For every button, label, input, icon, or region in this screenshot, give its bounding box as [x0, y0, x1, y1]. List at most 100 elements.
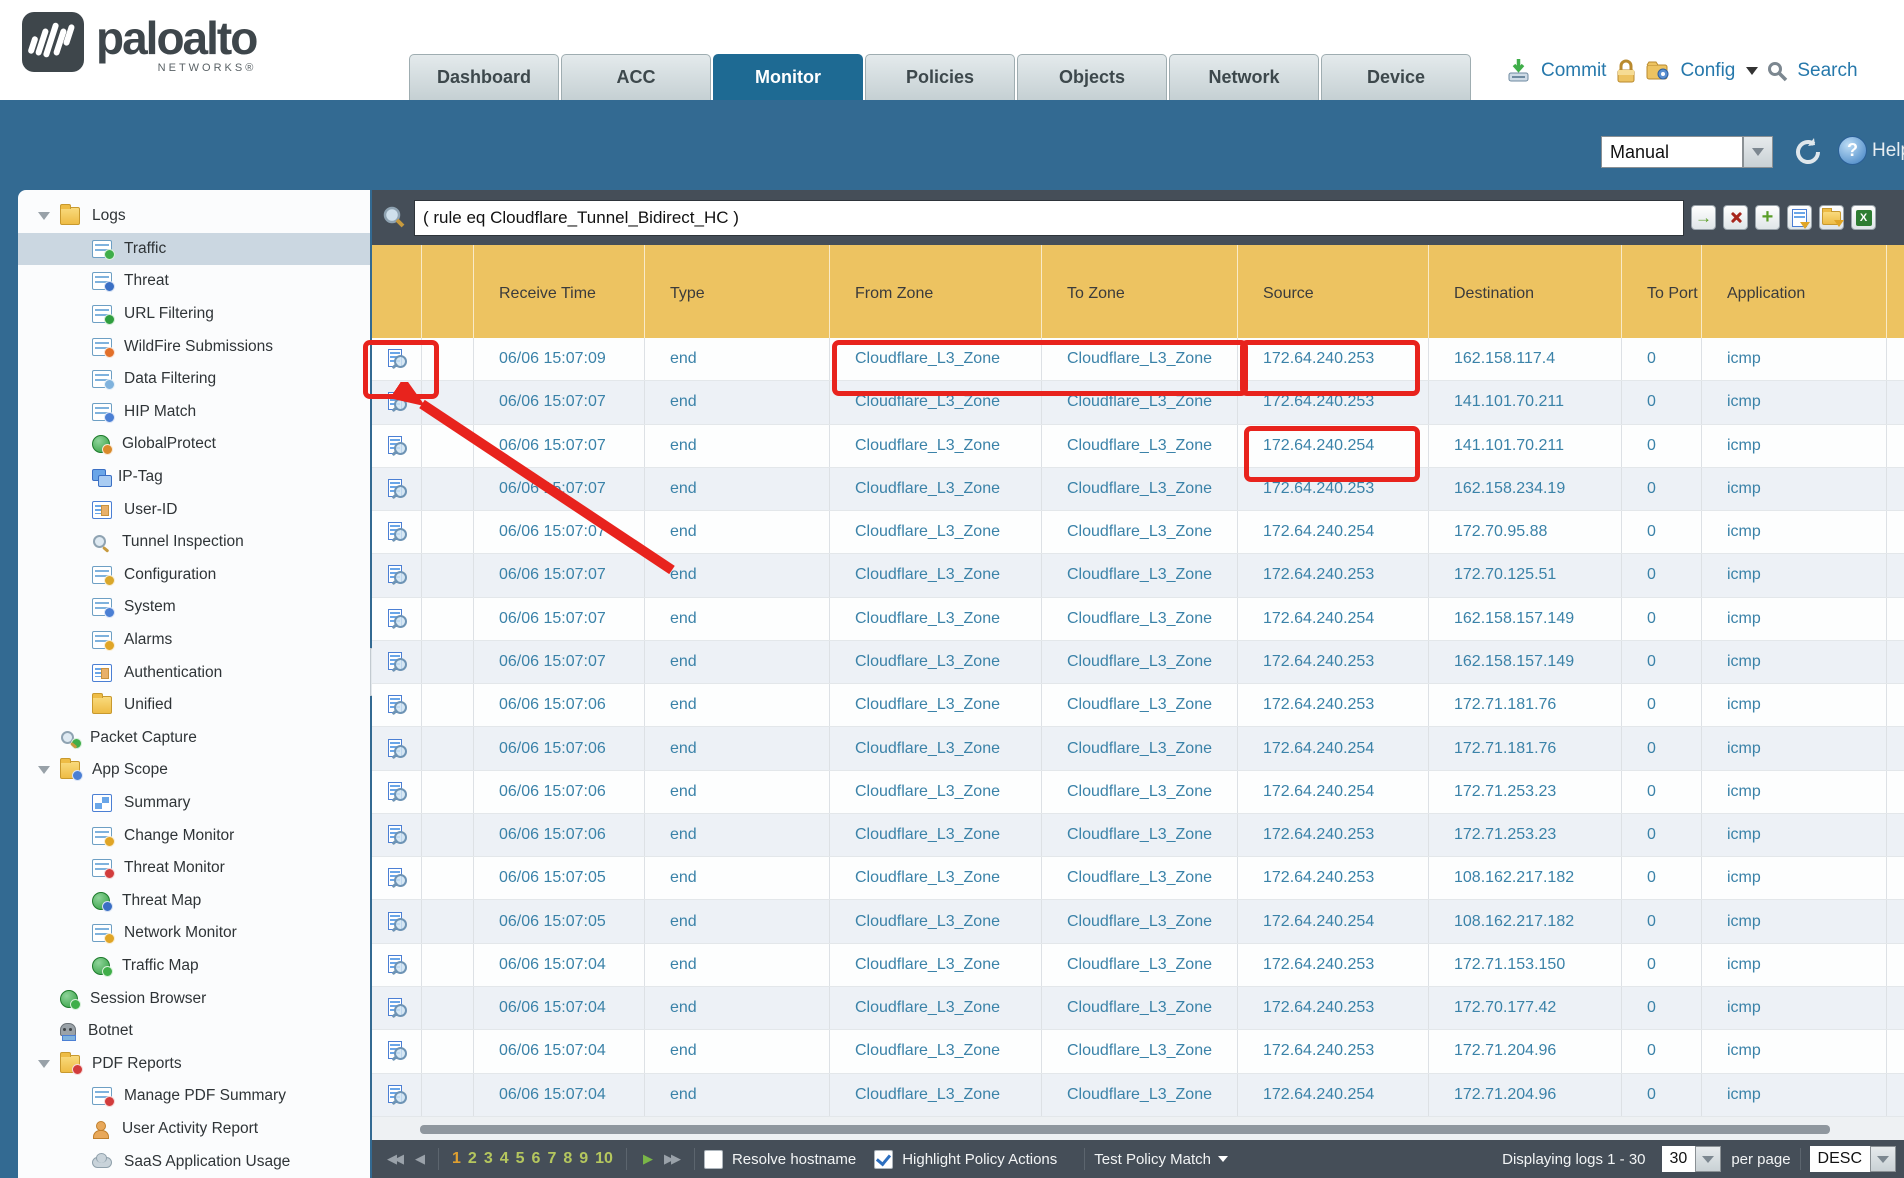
cell-source[interactable]: 172.64.240.253 [1238, 1030, 1429, 1072]
sidebar-item-packet-capture[interactable]: Packet Capture [18, 722, 370, 755]
log-detail-icon[interactable] [388, 739, 405, 759]
cell-application[interactable]: icmp [1702, 381, 1887, 423]
test-policy-match-button[interactable]: Test Policy Match [1094, 1151, 1211, 1168]
column-header-application[interactable]: Application [1702, 245, 1887, 338]
tab-objects[interactable]: Objects [1017, 54, 1167, 100]
cell-application[interactable]: icmp [1702, 1030, 1887, 1072]
cell-application[interactable]: icmp [1702, 1074, 1887, 1116]
cell-to-zone[interactable]: Cloudflare_L3_Zone [1042, 814, 1238, 856]
add-filter-button[interactable]: + [1755, 205, 1780, 230]
column-header-destination[interactable]: Destination [1429, 245, 1622, 338]
cell-to-port[interactable]: 0 [1622, 814, 1702, 856]
sidebar-item-pdf-reports[interactable]: PDF Reports [18, 1047, 370, 1080]
page-number-6[interactable]: 6 [532, 1150, 541, 1168]
log-detail-icon[interactable] [388, 955, 405, 975]
sidebar-item-manage-pdf-summary[interactable]: Manage PDF Summary [18, 1080, 370, 1113]
cell-to-port[interactable]: 0 [1622, 987, 1702, 1029]
cell-to-port[interactable]: 0 [1622, 684, 1702, 726]
sidebar-item-unified[interactable]: Unified [18, 689, 370, 722]
cell-from-zone[interactable]: Cloudflare_L3_Zone [830, 511, 1042, 553]
cell-to-zone[interactable]: Cloudflare_L3_Zone [1042, 684, 1238, 726]
sidebar-item-threat-monitor[interactable]: Threat Monitor [18, 852, 370, 885]
cell-from-zone[interactable]: Cloudflare_L3_Zone [830, 900, 1042, 942]
config-caret-icon[interactable] [1746, 67, 1758, 75]
cell-to-port[interactable]: 0 [1622, 598, 1702, 640]
cell-source[interactable]: 172.64.240.253 [1238, 381, 1429, 423]
tab-device[interactable]: Device [1321, 54, 1471, 100]
cell-destination[interactable]: 172.70.95.88 [1429, 511, 1622, 553]
page-number-9[interactable]: 9 [579, 1150, 588, 1168]
cell-source[interactable]: 172.64.240.254 [1238, 598, 1429, 640]
log-filter-input[interactable] [414, 200, 1684, 236]
tab-network[interactable]: Network [1169, 54, 1319, 100]
log-detail-icon[interactable] [388, 912, 405, 932]
cell-source[interactable]: 172.64.240.253 [1238, 857, 1429, 899]
page-size-caret[interactable] [1695, 1146, 1721, 1172]
cell-from-zone[interactable]: Cloudflare_L3_Zone [830, 727, 1042, 769]
sidebar-item-wildfire-submissions[interactable]: WildFire Submissions [18, 330, 370, 363]
sidebar-item-traffic[interactable]: Traffic [18, 233, 370, 266]
refresh-mode-select[interactable]: Manual [1601, 136, 1743, 168]
tab-policies[interactable]: Policies [865, 54, 1015, 100]
cell-to-port[interactable]: 0 [1622, 468, 1702, 510]
page-number-2[interactable]: 2 [468, 1150, 477, 1168]
resolve-hostname-checkbox[interactable] [704, 1150, 723, 1169]
cell-to-port[interactable]: 0 [1622, 511, 1702, 553]
cell-to-port[interactable]: 0 [1622, 1074, 1702, 1116]
log-detail-icon[interactable] [388, 782, 405, 802]
page-number-8[interactable]: 8 [563, 1150, 572, 1168]
cell-to-zone[interactable]: Cloudflare_L3_Zone [1042, 944, 1238, 986]
cell-source[interactable]: 172.64.240.253 [1238, 554, 1429, 596]
cell-to-zone[interactable]: Cloudflare_L3_Zone [1042, 771, 1238, 813]
cell-to-zone[interactable]: Cloudflare_L3_Zone [1042, 1030, 1238, 1072]
cell-to-zone[interactable]: Cloudflare_L3_Zone [1042, 468, 1238, 510]
sidebar-item-network-monitor[interactable]: Network Monitor [18, 917, 370, 950]
cell-destination[interactable]: 108.162.217.182 [1429, 900, 1622, 942]
sidebar-item-url-filtering[interactable]: URL Filtering [18, 298, 370, 331]
cell-source[interactable]: 172.64.240.253 [1238, 987, 1429, 1029]
sidebar-item-alarms[interactable]: Alarms [18, 624, 370, 657]
cell-application[interactable]: icmp [1702, 900, 1887, 942]
page-number-5[interactable]: 5 [516, 1150, 525, 1168]
tab-dashboard[interactable]: Dashboard [409, 54, 559, 100]
tab-acc[interactable]: ACC [561, 54, 711, 100]
cell-source[interactable]: 172.64.240.254 [1238, 727, 1429, 769]
cell-to-zone[interactable]: Cloudflare_L3_Zone [1042, 338, 1238, 380]
cell-from-zone[interactable]: Cloudflare_L3_Zone [830, 1030, 1042, 1072]
cell-to-zone[interactable]: Cloudflare_L3_Zone [1042, 381, 1238, 423]
cell-to-zone[interactable]: Cloudflare_L3_Zone [1042, 598, 1238, 640]
cell-destination[interactable]: 172.71.181.76 [1429, 684, 1622, 726]
cell-to-port[interactable]: 0 [1622, 381, 1702, 423]
cell-source[interactable]: 172.64.240.253 [1238, 814, 1429, 856]
cell-to-port[interactable]: 0 [1622, 425, 1702, 467]
page-number-1[interactable]: 1 [452, 1150, 461, 1168]
page-number-4[interactable]: 4 [500, 1150, 509, 1168]
cell-to-zone[interactable]: Cloudflare_L3_Zone [1042, 425, 1238, 467]
cell-to-zone[interactable]: Cloudflare_L3_Zone [1042, 857, 1238, 899]
help-link[interactable]: ? Help [1838, 136, 1904, 165]
page-number-3[interactable]: 3 [484, 1150, 493, 1168]
highlight-policy-actions-checkbox[interactable] [874, 1150, 893, 1169]
cell-from-zone[interactable]: Cloudflare_L3_Zone [830, 944, 1042, 986]
cell-application[interactable]: icmp [1702, 554, 1887, 596]
cell-from-zone[interactable]: Cloudflare_L3_Zone [830, 1074, 1042, 1116]
cell-destination[interactable]: 141.101.70.211 [1429, 381, 1622, 423]
cell-application[interactable]: icmp [1702, 338, 1887, 380]
log-detail-icon[interactable] [388, 392, 405, 412]
cell-destination[interactable]: 162.158.157.149 [1429, 598, 1622, 640]
export-csv-button[interactable]: X [1851, 205, 1876, 230]
page-number-7[interactable]: 7 [547, 1150, 556, 1168]
cell-from-zone[interactable]: Cloudflare_L3_Zone [830, 814, 1042, 856]
cell-from-zone[interactable]: Cloudflare_L3_Zone [830, 987, 1042, 1029]
first-page-button[interactable]: ◀◀ [387, 1151, 401, 1167]
sidebar-item-user-id[interactable]: User-ID [18, 493, 370, 526]
sort-order-select[interactable]: DESC [1810, 1146, 1870, 1172]
cell-application[interactable]: icmp [1702, 425, 1887, 467]
next-page-button[interactable]: ▶ [643, 1151, 650, 1167]
cell-to-port[interactable]: 0 [1622, 944, 1702, 986]
last-page-button[interactable]: ▶▶ [664, 1151, 678, 1167]
cell-to-port[interactable]: 0 [1622, 338, 1702, 380]
refresh-icon[interactable] [1792, 136, 1824, 168]
cell-to-port[interactable]: 0 [1622, 1030, 1702, 1072]
help-icon[interactable]: ? [1838, 136, 1867, 165]
